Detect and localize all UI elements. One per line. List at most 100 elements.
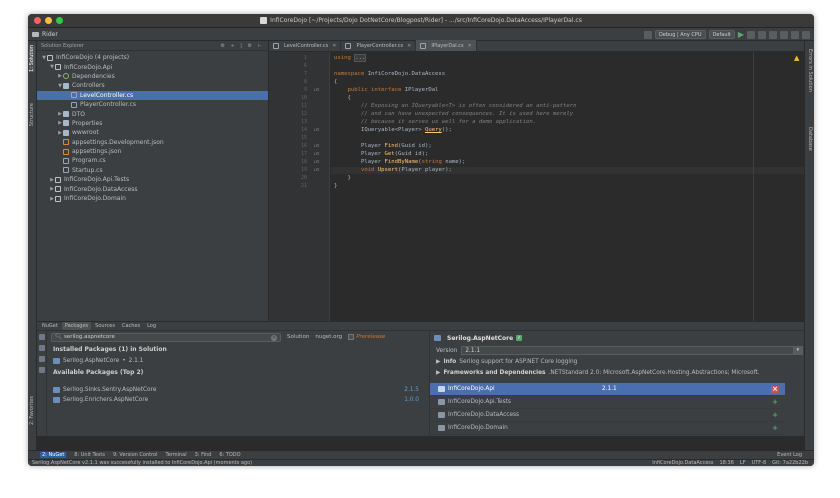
- unit-tests-tool-button[interactable]: 8: Unit Tests: [74, 452, 105, 458]
- tree-item-wwwroot[interactable]: ▶ wwwroot: [37, 128, 268, 137]
- close-window-button[interactable]: [34, 17, 41, 24]
- project-row-dataaccess[interactable]: InfiCoreDojo.DataAccess +: [430, 409, 785, 422]
- nuget-tool-button[interactable]: 2: NuGet: [40, 452, 67, 458]
- implementations-icon[interactable]: ↓o: [313, 127, 319, 133]
- solution-explorer-title[interactable]: Solution Explorer: [41, 43, 84, 49]
- implementations-icon[interactable]: ↓o: [313, 143, 319, 149]
- restore-icon[interactable]: [38, 345, 45, 351]
- tree-item-controllers[interactable]: ▼ Controllers: [37, 81, 268, 90]
- tree-item-domain[interactable]: ▶ InfiCoreDojo.Domain: [37, 194, 268, 203]
- close-tab-icon[interactable]: ✕: [407, 43, 411, 49]
- version-select[interactable]: 2.1.1 ▾: [461, 346, 804, 355]
- dependencies-row[interactable]: ▶ Frameworks and Dependencies .NETStandard…: [430, 367, 804, 378]
- available-package-row[interactable]: Serilog.Enrichers.AspNetCore 1.0.0: [47, 395, 427, 405]
- chevron-down-icon[interactable]: ▾: [793, 347, 803, 354]
- add-package-button[interactable]: +: [771, 399, 779, 406]
- tree-item-properties[interactable]: ▶ Properties: [37, 119, 268, 128]
- add-package-button[interactable]: +: [771, 425, 779, 432]
- minimize-window-button[interactable]: [45, 17, 52, 24]
- add-package-button[interactable]: +: [771, 412, 779, 419]
- source-select[interactable]: nuget.org: [315, 334, 342, 340]
- tab-packages[interactable]: Packages: [61, 322, 92, 330]
- tree-item-level-controller[interactable]: LevelController.cs: [37, 90, 268, 100]
- package-search-pane: 🔍︎ serilog.aspnetcore × Solution nuget.org…: [47, 331, 427, 437]
- tab-sources[interactable]: Sources: [92, 322, 118, 330]
- search-icon[interactable]: [38, 367, 45, 373]
- close-tab-icon[interactable]: ✕: [468, 43, 472, 49]
- package-icon: [434, 335, 441, 341]
- file-encoding[interactable]: UTF-8: [752, 460, 767, 466]
- tree-item-api-tests[interactable]: ▶ InfiCoreDojo.Api.Tests: [37, 175, 268, 184]
- code-area[interactable]: using ... namespace InfiCoreDojo.DataAcc…: [331, 52, 804, 321]
- terminal-tool-button[interactable]: Terminal: [165, 452, 186, 458]
- tab-player-controller[interactable]: PlayerController.cs ✕: [341, 40, 417, 51]
- implementations-icon[interactable]: ↓o: [313, 87, 319, 93]
- folded-imports[interactable]: ...: [354, 54, 367, 62]
- remove-package-button[interactable]: ×: [771, 386, 779, 393]
- tree-item-appsettings[interactable]: appsettings.json: [37, 147, 268, 156]
- implementations-icon[interactable]: ↓o: [313, 151, 319, 157]
- collapse-icon[interactable]: [38, 356, 45, 362]
- expand-arrow[interactable]: ▶: [436, 370, 440, 376]
- run-icon[interactable]: ▶: [738, 30, 744, 39]
- version-control-tool-button[interactable]: 9: Version Control: [113, 452, 158, 458]
- configuration-select[interactable]: Debug | Any CPU: [654, 30, 706, 39]
- scope-label[interactable]: Solution: [287, 334, 309, 340]
- installed-package-row[interactable]: Serilog.AspNetCore • 2.1.1: [47, 356, 427, 366]
- explorer-options-icon[interactable]: ⚙ ÷ | ⚙ ⊢: [220, 43, 264, 49]
- debug-icon[interactable]: [747, 30, 755, 39]
- clear-search-icon[interactable]: ×: [271, 334, 277, 341]
- tab-caches[interactable]: Caches: [119, 322, 143, 330]
- line-separator[interactable]: LF: [740, 460, 746, 466]
- tree-item-player-controller[interactable]: PlayerController.cs: [37, 100, 268, 109]
- implementations-icon[interactable]: ↓o: [313, 167, 319, 173]
- structure-tool-button[interactable]: Structure: [29, 103, 35, 126]
- cursor-position[interactable]: 18:36: [720, 460, 734, 466]
- zoom-window-button[interactable]: [56, 17, 63, 24]
- status-project[interactable]: InfiCoreDojo.DataAccess: [652, 460, 713, 466]
- expand-arrow[interactable]: ▶: [436, 359, 440, 365]
- errors-in-solution-button[interactable]: Errors in Solution: [807, 49, 813, 92]
- favorites-tool-button[interactable]: 2: Favorites: [29, 396, 35, 425]
- build-icon[interactable]: [643, 30, 652, 39]
- tab-iplayerdal[interactable]: IPlayerDal.cs ✕: [416, 40, 477, 51]
- solution-tool-button[interactable]: 1: Solution: [29, 45, 35, 72]
- implementations-icon[interactable]: ↓o: [313, 159, 319, 165]
- vcs-update-icon[interactable]: [769, 30, 777, 39]
- tree-item-dto[interactable]: ▶ DTO: [37, 109, 268, 118]
- close-tab-icon[interactable]: ✕: [332, 43, 336, 49]
- tree-item-dependencies[interactable]: ▶ Dependencies: [37, 72, 268, 81]
- tree-item-solution[interactable]: ▼ InfiCoreDojo (4 projects): [37, 53, 268, 62]
- undo-icon[interactable]: [791, 30, 799, 39]
- find-tool-button[interactable]: 3: Find: [195, 452, 212, 458]
- tree-item-api-project[interactable]: ▼ InfiCoreDojo.Api: [37, 62, 268, 71]
- available-package-row[interactable]: Serilog.Sinks.Sentry.AspNetCore 2.1.5: [47, 385, 427, 395]
- tree-item-program[interactable]: Program.cs: [37, 156, 268, 165]
- database-tool-button[interactable]: Database: [807, 127, 813, 151]
- tab-log[interactable]: Log: [144, 322, 159, 330]
- project-row-api[interactable]: InfiCoreDojo.Api 2.1.1 ×: [430, 383, 785, 396]
- status-message[interactable]: Serilog.AspNetCore v2.1.1 was successful…: [32, 460, 252, 466]
- tab-nuget[interactable]: NuGet: [39, 322, 61, 330]
- prerelease-checkbox[interactable]: [348, 334, 355, 340]
- package-search-input[interactable]: 🔍︎ serilog.aspnetcore ×: [51, 332, 281, 342]
- project-row-api-tests[interactable]: InfiCoreDojo.Api.Tests +: [430, 396, 785, 409]
- tab-level-controller[interactable]: LevelController.cs ✕: [269, 40, 342, 51]
- prerelease-toggle[interactable]: Prerelease: [348, 334, 385, 340]
- tree-item-appsettings-dev[interactable]: appsettings.Development.json: [37, 138, 268, 147]
- settings-icon[interactable]: [780, 30, 788, 39]
- event-log-button[interactable]: Event Log: [777, 452, 802, 458]
- run-config-select[interactable]: Default: [708, 30, 735, 39]
- warning-icon[interactable]: ▲: [794, 55, 801, 62]
- tree-item-dataaccess[interactable]: ▶ InfiCoreDojo.DataAccess: [37, 184, 268, 193]
- search-icon[interactable]: [802, 30, 810, 39]
- git-branch[interactable]: Git: 7a22b22b: [772, 460, 808, 466]
- refresh-icon[interactable]: [38, 334, 45, 340]
- tree-item-startup[interactable]: Startup.cs: [37, 166, 268, 175]
- package-name: Serilog.Sinks.Sentry.AspNetCore: [63, 387, 157, 393]
- todo-tool-button[interactable]: 6: TODO: [219, 452, 240, 458]
- info-row[interactable]: ▶ Info Serilog support for ASP.NET Core lo…: [430, 356, 804, 367]
- project-breadcrumb[interactable]: Rider: [32, 31, 58, 38]
- stop-icon[interactable]: [758, 30, 766, 39]
- project-row-domain[interactable]: InfiCoreDojo.Domain +: [430, 422, 785, 435]
